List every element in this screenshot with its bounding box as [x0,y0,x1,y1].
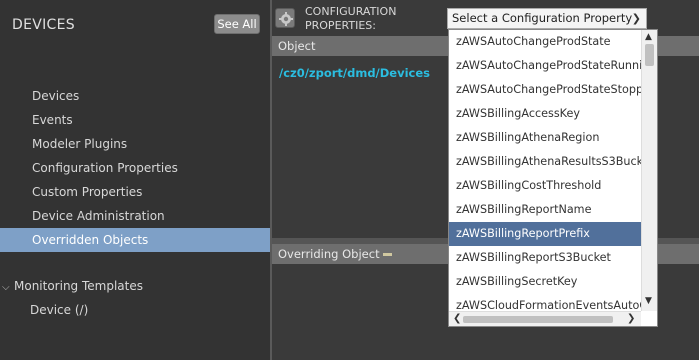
horizontal-scroll-thumb[interactable] [463,316,613,323]
dropdown-option[interactable]: zAWSBillingAthenaRegion [449,126,641,150]
dropdown-options: zAWSAutoChangeProdState zAWSAutoChangePr… [449,30,641,310]
chevron-down-icon: ❯ [631,12,641,25]
scroll-down-icon[interactable]: ▼ [645,296,652,306]
dropdown-option[interactable]: zAWSBillingAthenaResultsS3Bucket [449,150,641,174]
dropdown-option[interactable]: zAWSAutoChangeProdStateRunning [449,54,641,78]
sidebar-item-device-administration[interactable]: Device Administration [0,204,270,228]
sidebar-title: DEVICES [12,17,75,33]
object-path-link[interactable]: /cz0/zport/dmd/Devices [279,66,430,80]
sidebar-item-custom-properties[interactable]: Custom Properties [0,180,270,204]
sidebar-item-overridden-objects[interactable]: Overridden Objects [0,228,270,252]
sidebar: DEVICES See All Devices Events Modeler P… [0,0,270,360]
scroll-right-icon[interactable]: ❯ [627,312,635,326]
gear-icon [279,12,293,26]
horizontal-scrollbar[interactable]: ❮ ❯ [449,311,641,326]
chevron-down-icon: ⌵ [2,282,10,293]
vertical-scrollbar[interactable]: ▲ ▼ [641,30,657,311]
dropdown-option[interactable]: zAWSCloudFormationEventsAutoClear [449,294,641,310]
scroll-left-icon[interactable]: ❮ [453,312,461,326]
dropdown-option[interactable]: zAWSBillingAccessKey [449,102,641,126]
template-item-device[interactable]: Device (/) [30,298,88,322]
dropdown-option[interactable]: zAWSAutoChangeProdStateStopped [449,78,641,102]
see-all-button[interactable]: See All [214,14,260,34]
monitoring-templates-label: Monitoring Templates [14,279,143,293]
monitoring-templates-header[interactable]: ⌵ Monitoring Templates [0,274,270,298]
configuration-properties-label: CONFIGURATION PROPERTIES: [305,5,397,32]
dropdown-option[interactable]: zAWSAutoChangeProdState [449,30,641,54]
gear-button[interactable] [275,8,295,28]
dropdown-option[interactable]: zAWSBillingReportS3Bucket [449,246,641,270]
sidebar-item-modeler-plugins[interactable]: Modeler Plugins [0,132,270,156]
dropdown-option[interactable]: zAWSBillingReportName [449,198,641,222]
dropdown-option[interactable]: zAWSBillingCostThreshold [449,174,641,198]
configuration-property-select[interactable]: Select a Configuration Property ❯ [447,8,647,29]
sidebar-item-devices[interactable]: Devices [0,84,270,108]
select-placeholder: Select a Configuration Property [452,11,633,25]
dropdown-option[interactable]: zAWSBillingSecretKey [449,270,641,294]
sort-icon [382,253,392,256]
scroll-up-icon[interactable]: ▲ [645,32,652,42]
sidebar-item-configuration-properties[interactable]: Configuration Properties [0,156,270,180]
configuration-property-dropdown: zAWSAutoChangeProdState zAWSAutoChangePr… [448,29,658,327]
vertical-scroll-thumb[interactable] [645,44,654,66]
overriding-object-label: Overriding Object [278,247,380,261]
dropdown-option-highlighted[interactable]: zAWSBillingReportPrefix [449,222,641,246]
nav-list: Devices Events Modeler Plugins Configura… [0,84,270,252]
sidebar-item-events[interactable]: Events [0,108,270,132]
